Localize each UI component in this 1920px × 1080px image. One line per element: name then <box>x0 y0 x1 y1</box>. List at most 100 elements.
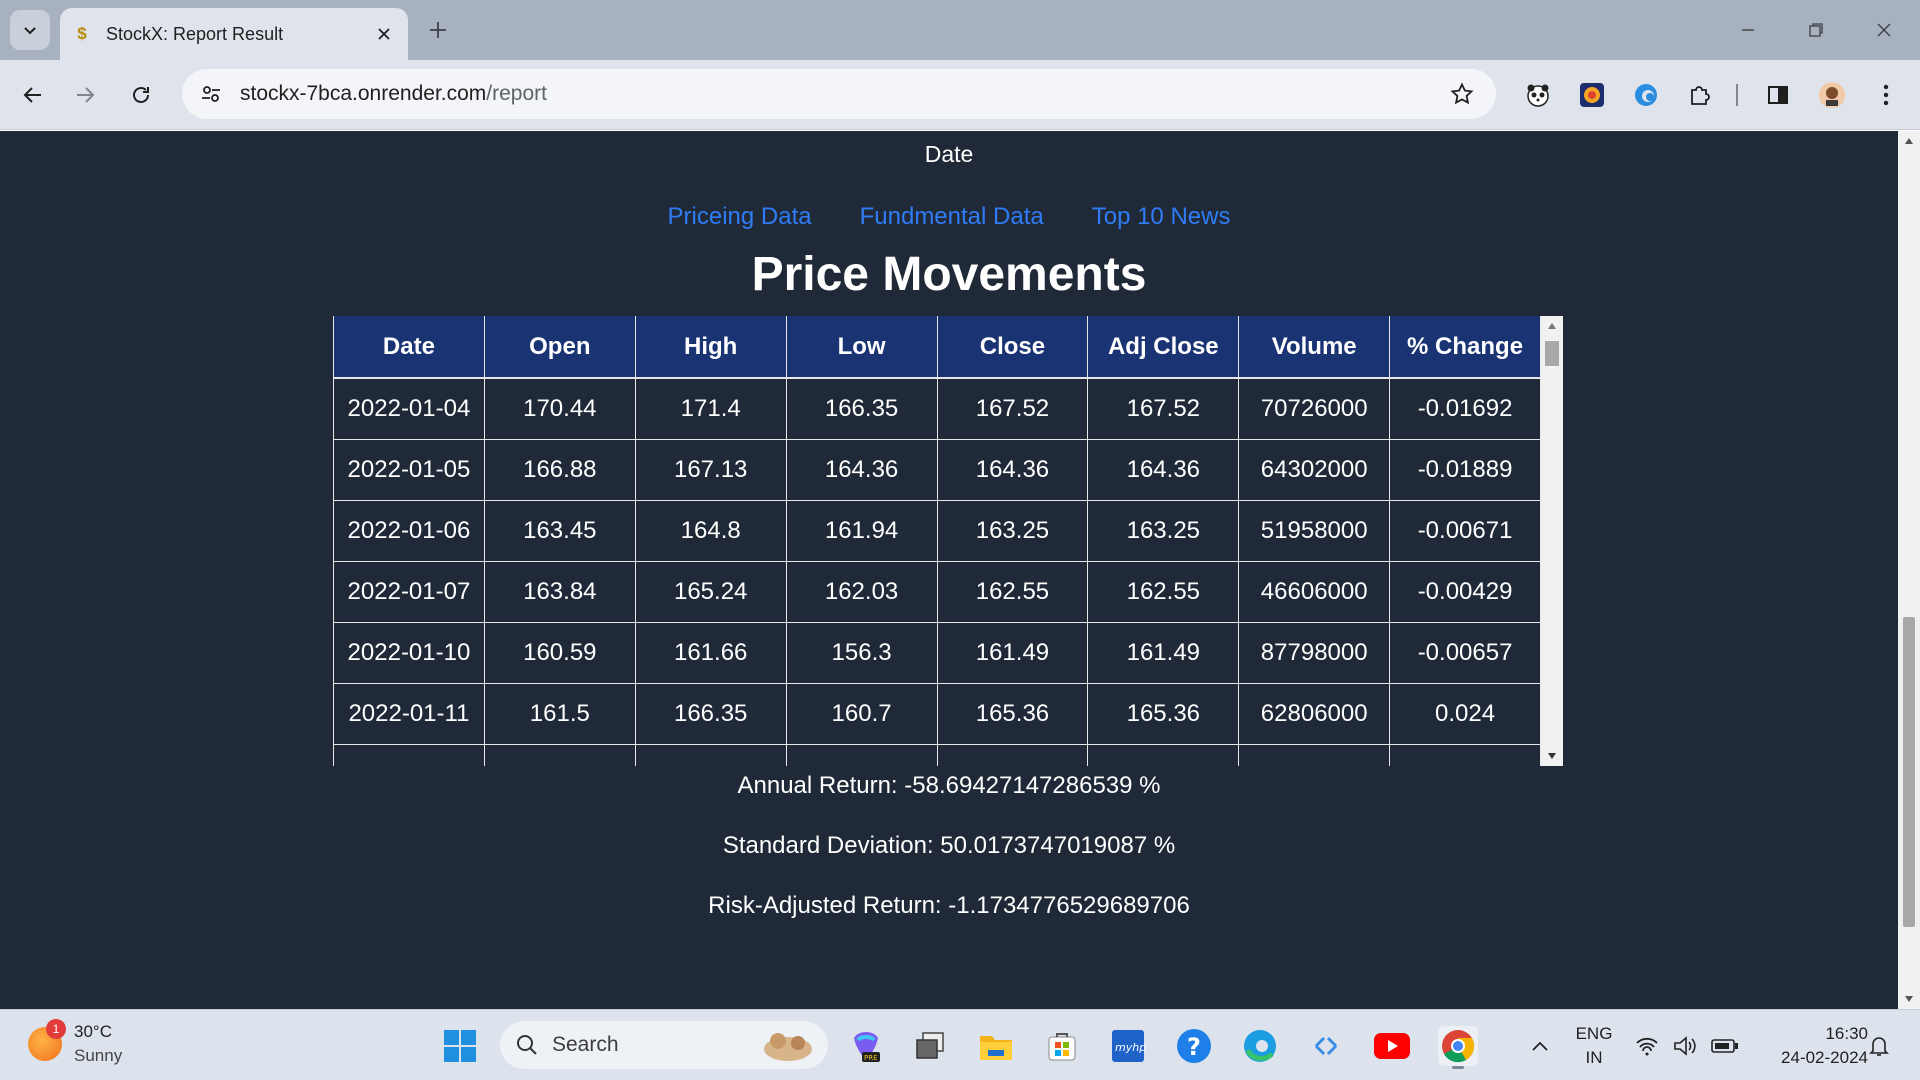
address-bar[interactable]: stockx-7bca.onrender.com/report <box>182 69 1496 119</box>
site-info-button[interactable] <box>196 79 226 109</box>
battery-status[interactable] <box>1708 1026 1742 1066</box>
new-tab-button[interactable] <box>424 16 452 44</box>
cell-adj-close: 164.36 <box>1087 439 1240 501</box>
price-table-container[interactable]: Date Open High Low Close Adj Close Volum… <box>333 316 1563 766</box>
cell-pct-change: -0.00657 <box>1389 622 1541 684</box>
cell-date: 2022-01-11 <box>333 683 485 745</box>
chrome-menu-button[interactable] <box>1870 79 1902 111</box>
close-icon <box>378 28 390 40</box>
extensions-button[interactable] <box>1684 79 1716 111</box>
extension-edge[interactable] <box>1630 79 1662 111</box>
tab-search-button[interactable] <box>10 10 50 50</box>
cell-volume: 87798000 <box>1238 622 1391 684</box>
extension-colorful[interactable] <box>1576 79 1608 111</box>
cell-empty <box>635 744 787 766</box>
column-header-volume: Volume <box>1238 316 1391 379</box>
panda-icon <box>1527 84 1549 107</box>
profile-avatar[interactable] <box>1816 79 1848 111</box>
dollar-favicon-icon: $ <box>77 24 87 43</box>
browser-toolbar: stockx-7bca.onrender.com/report <box>0 60 1920 130</box>
cell-adj-close: 161.49 <box>1087 622 1240 684</box>
notification-badge: 1 <box>46 1019 66 1039</box>
volume-status[interactable] <box>1670 1026 1700 1066</box>
plus-icon <box>430 22 446 38</box>
taskbar-store[interactable] <box>1042 1026 1082 1066</box>
forward-button[interactable] <box>66 76 104 114</box>
cell-date: 2022-01-10 <box>333 622 485 684</box>
store-icon <box>1048 1033 1076 1061</box>
taskbar-task-view[interactable] <box>910 1026 950 1066</box>
table-scroll-up-icon[interactable] <box>1546 320 1558 332</box>
cell-high: 161.66 <box>635 622 787 684</box>
tune-icon <box>202 86 220 102</box>
search-placeholder: Search <box>552 1033 619 1056</box>
taskbar-youtube[interactable] <box>1372 1026 1412 1066</box>
language-indicator[interactable]: ENG IN <box>1574 1022 1614 1070</box>
browser-tab-active[interactable]: $ StockX: Report Result <box>60 8 408 60</box>
cell-adj-close: 162.55 <box>1087 561 1240 623</box>
star-icon <box>1450 82 1474 105</box>
cell-volume: 64302000 <box>1238 439 1391 501</box>
table-scrollbar[interactable] <box>1541 316 1563 766</box>
cell-open: 160.59 <box>484 622 636 684</box>
risk-adjusted-return: Risk-Adjusted Return: -1.173477652968970… <box>708 892 1190 919</box>
taskbar-copilot[interactable]: PRE <box>846 1026 886 1066</box>
page-title: Price Movements <box>751 248 1147 301</box>
cell-date: 2022-01-07 <box>333 561 485 623</box>
wifi-status[interactable] <box>1632 1026 1662 1066</box>
taskbar-search[interactable]: Search <box>500 1021 828 1069</box>
url-text: stockx-7bca.onrender.com/report <box>240 82 1442 106</box>
taskbar-file-explorer[interactable] <box>976 1026 1016 1066</box>
taskbar-myhp[interactable]: myhp <box>1108 1026 1148 1066</box>
cell-high: 167.13 <box>635 439 787 501</box>
weather-widget[interactable]: 1 30°C Sunny <box>28 1019 122 1068</box>
cell-empty <box>1087 744 1240 766</box>
sun-icon: 1 <box>28 1019 66 1061</box>
table-row: 2022-01-05 166.88 167.13 164.36 164.36 1… <box>333 439 1541 501</box>
start-button[interactable] <box>440 1026 480 1066</box>
table-scroll-down-icon[interactable] <box>1546 750 1558 762</box>
side-panel-button[interactable] <box>1762 79 1794 111</box>
cell-low: 156.3 <box>786 622 938 684</box>
task-view-icon <box>916 1032 944 1059</box>
youtube-icon <box>1374 1033 1410 1059</box>
reload-button[interactable] <box>122 76 160 114</box>
table-row-partial <box>333 744 1541 766</box>
notifications-button[interactable] <box>1864 1026 1894 1066</box>
page-scroll-thumb[interactable] <box>1903 617 1915 927</box>
extension-panda[interactable] <box>1522 79 1554 111</box>
cell-high: 164.8 <box>635 500 787 562</box>
show-hidden-icons-button[interactable] <box>1520 1026 1560 1066</box>
scroll-up-icon[interactable] <box>1903 135 1915 147</box>
tab-close-button[interactable] <box>372 22 396 46</box>
arrow-left-icon <box>23 87 41 103</box>
weather-text: 30°C Sunny <box>74 1020 122 1068</box>
cell-open: 170.44 <box>484 378 636 440</box>
minimize-button[interactable] <box>1728 14 1768 46</box>
date: 24-02-2024 <box>1781 1048 1868 1067</box>
url-host: stockx-7bca.onrender.com <box>240 82 487 105</box>
code-icon <box>1314 1036 1338 1056</box>
clock[interactable]: 16:30 24-02-2024 <box>1752 1022 1868 1070</box>
restore-button[interactable] <box>1796 14 1836 46</box>
cell-high: 171.4 <box>635 378 787 440</box>
link-pricing-data[interactable]: Priceing Data <box>668 203 812 231</box>
taskbar-vscode[interactable] <box>1306 1026 1346 1066</box>
bookmark-button[interactable] <box>1442 74 1482 114</box>
cell-adj-close: 167.52 <box>1087 378 1240 440</box>
back-button[interactable] <box>14 76 52 114</box>
cell-low: 160.7 <box>786 683 938 745</box>
link-fundamental-data[interactable]: Fundmental Data <box>860 203 1044 231</box>
taskbar-chrome[interactable] <box>1438 1026 1478 1069</box>
chevron-down-icon <box>24 27 36 35</box>
more-vert-icon <box>1883 84 1889 106</box>
taskbar-edge[interactable] <box>1240 1026 1280 1066</box>
link-top-10-news[interactable]: Top 10 News <box>1092 203 1231 231</box>
scroll-down-icon[interactable] <box>1903 993 1915 1005</box>
cell-open: 161.5 <box>484 683 636 745</box>
table-scroll-thumb[interactable] <box>1545 341 1559 366</box>
taskbar-help[interactable]: ? <box>1174 1026 1214 1066</box>
page-scrollbar[interactable] <box>1898 131 1920 1009</box>
cell-open: 163.45 <box>484 500 636 562</box>
close-window-button[interactable] <box>1864 14 1904 46</box>
